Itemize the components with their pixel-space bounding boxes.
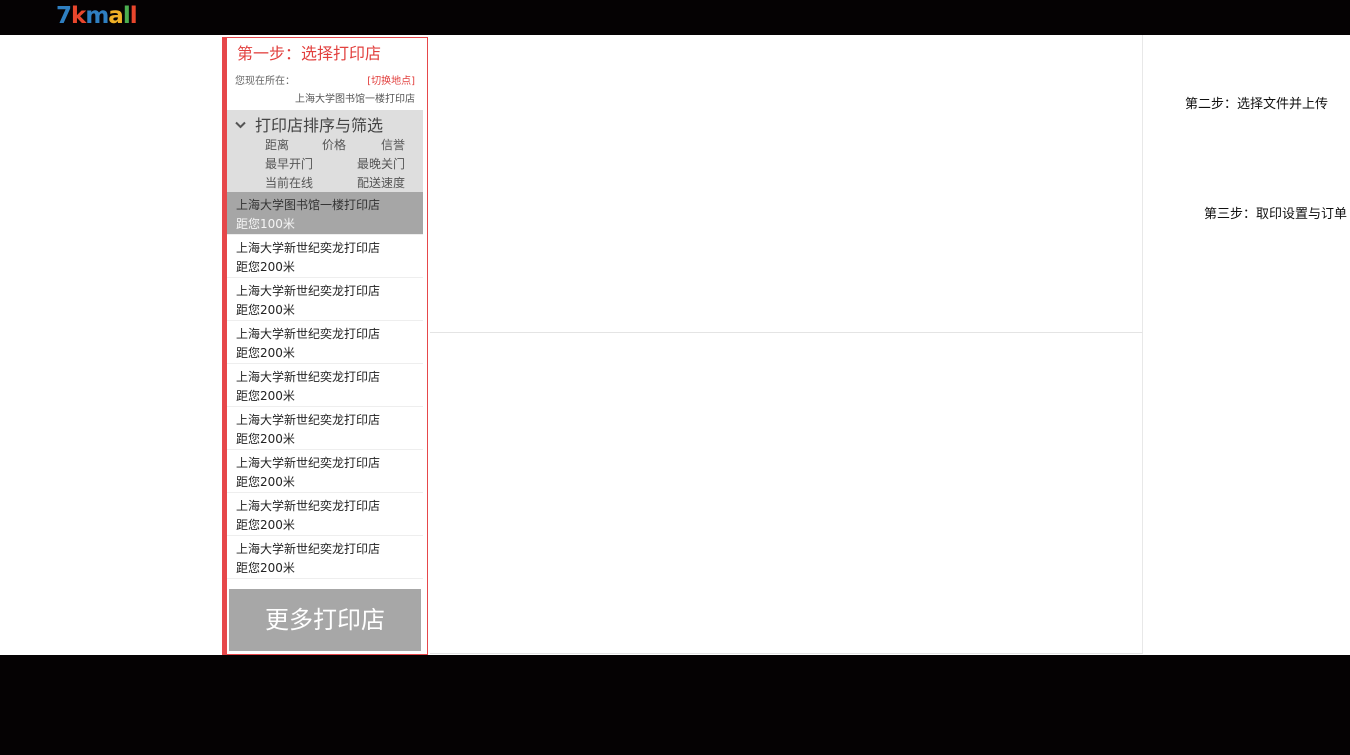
location-label: 您现在所在：	[235, 76, 295, 87]
store-list-item[interactable]: 上海大学新世纪奕龙打印店 距您200米	[227, 493, 423, 536]
store-name: 上海大学新世纪奕龙打印店	[236, 327, 381, 341]
logo-letter: 7	[56, 3, 72, 29]
store-list-item[interactable]: 上海大学新世纪奕龙打印店 距您200米	[227, 450, 423, 493]
store-distance: 距您200米	[236, 432, 295, 446]
store-name: 上海大学图书馆一楼打印店	[236, 198, 381, 212]
filter-option-online[interactable]: 当前在线	[265, 174, 313, 191]
store-list-item[interactable]: 上海大学新世纪奕龙打印店 距您200米	[227, 407, 423, 450]
brand-logo[interactable]: 7kmall	[56, 2, 138, 30]
store-distance: 距您200米	[236, 303, 295, 317]
print-settings-area	[430, 333, 1143, 654]
main-content: 第一步：选择打印店 您现在所在： [切换地点] 上海大学图书馆一楼打印店 打印店…	[0, 35, 1350, 655]
sort-option-reputation[interactable]: 信誉	[381, 136, 405, 153]
store-name: 上海大学新世纪奕龙打印店	[236, 456, 381, 470]
store-list-item[interactable]: 上海大学新世纪奕龙打印店 距您200米	[227, 321, 423, 364]
step3-title[interactable]: 第三步：取印设置与订单	[1204, 203, 1347, 222]
chevron-down-icon	[235, 119, 249, 132]
file-upload-area	[430, 35, 1143, 333]
store-distance: 距您200米	[236, 561, 295, 575]
logo-letter: l	[122, 3, 131, 29]
logo-letter: l	[129, 3, 138, 29]
step2-title[interactable]: 第二步：选择文件并上传	[1185, 93, 1328, 112]
sort-option-earliest-open[interactable]: 最早开门	[265, 155, 313, 172]
store-name: 上海大学新世纪奕龙打印店	[236, 241, 381, 255]
store-distance: 距您200米	[236, 260, 295, 274]
store-list-item[interactable]: 上海大学新世纪奕龙打印店 距您200米	[227, 364, 423, 407]
sort-option-delivery-speed[interactable]: 配送速度	[357, 174, 405, 191]
step1-title: 第一步：选择打印店	[237, 44, 382, 63]
store-list-item[interactable]: 上海大学新世纪奕龙打印店 距您200米	[227, 536, 423, 579]
more-stores-button[interactable]: 更多打印店	[229, 589, 421, 651]
store-distance: 距您200米	[236, 346, 295, 360]
store-distance: 距您200米	[236, 518, 295, 532]
switch-location-link[interactable]: [切换地点]	[367, 72, 415, 87]
step1-panel: 第一步：选择打印店 您现在所在： [切换地点] 上海大学图书馆一楼打印店 打印店…	[222, 37, 428, 655]
store-distance: 距您200米	[236, 389, 295, 403]
top-bar: 7kmall	[0, 0, 1350, 35]
store-name: 上海大学新世纪奕龙打印店	[236, 284, 381, 298]
logo-letter: m	[85, 3, 109, 29]
logo-letter: k	[71, 3, 86, 29]
store-name: 上海大学新世纪奕龙打印店	[236, 370, 381, 384]
sort-filter-box: 打印店排序与筛选 距离 价格 信誉 最早开门 最晚关门 当前在线 配送速度	[227, 110, 423, 192]
store-name: 上海大学新世纪奕龙打印店	[236, 499, 381, 513]
store-list-item[interactable]: 上海大学新世纪奕龙打印店 距您200米	[227, 235, 423, 278]
store-list-item[interactable]: 上海大学图书馆一楼打印店 距您100米	[227, 192, 423, 235]
sort-filter-toggle[interactable]: 打印店排序与筛选	[235, 112, 383, 136]
current-location: 上海大学图书馆一楼打印店	[295, 94, 415, 105]
store-distance: 距您100米	[236, 217, 295, 231]
logo-letter: a	[108, 3, 124, 29]
sort-option-latest-close[interactable]: 最晚关门	[357, 155, 405, 172]
bottom-bar	[0, 655, 1350, 755]
sort-option-distance[interactable]: 距离	[265, 136, 289, 153]
store-list-item[interactable]: 上海大学新世纪奕龙打印店 距您200米	[227, 278, 423, 321]
sort-option-price[interactable]: 价格	[322, 136, 346, 153]
sort-filter-title: 打印店排序与筛选	[255, 116, 384, 135]
store-name: 上海大学新世纪奕龙打印店	[236, 542, 381, 556]
store-list: 上海大学图书馆一楼打印店 距您100米 上海大学新世纪奕龙打印店 距您200米 上海大学…	[227, 192, 423, 579]
store-distance: 距您200米	[236, 475, 295, 489]
store-name: 上海大学新世纪奕龙打印店	[236, 413, 381, 427]
